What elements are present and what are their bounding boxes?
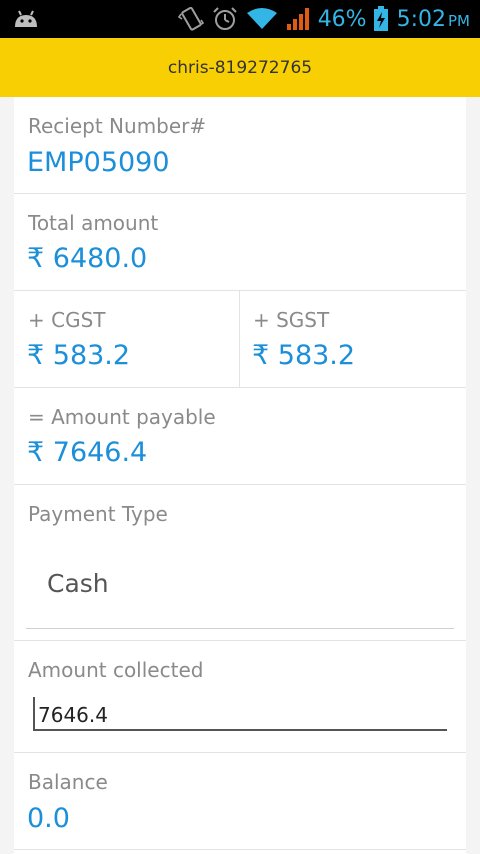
sgst-value: ₹ 583.2 — [252, 340, 356, 371]
page-title: chris-819272765 — [167, 57, 313, 78]
receipt-number-label: Reciept Number# — [28, 114, 207, 138]
amount-payable-row: = Amount payable ₹ 7646.4 — [14, 388, 466, 485]
wifi-icon — [246, 8, 277, 29]
receipt-number-row: Reciept Number# EMP05090 — [14, 97, 466, 194]
receipt-number-value: EMP05090 — [27, 147, 170, 178]
payment-type-underline — [26, 628, 454, 629]
clock-ampm: PM — [448, 12, 470, 30]
total-amount-row: Total amount ₹ 6480.0 — [14, 194, 466, 291]
balance-row: Balance 0.0 — [14, 753, 466, 850]
total-amount-label: Total amount — [28, 211, 159, 235]
amount-collected-input-value: 7646.4 — [38, 703, 108, 727]
header-bar: chris-819272765 — [0, 38, 480, 97]
amount-collected-input[interactable]: 7646.4 — [33, 697, 447, 731]
balance-value: 0.0 — [27, 803, 70, 834]
tax-row: + CGST ₹ 583.2 + SGST ₹ 583.2 — [14, 291, 466, 388]
payment-type-label: Payment Type — [28, 502, 168, 526]
sgst-label: + SGST — [253, 308, 330, 332]
battery-percent: 46% — [317, 6, 367, 32]
amount-payable-value: ₹ 7646.4 — [27, 437, 148, 468]
receipt-card: Reciept Number# EMP05090 Total amount ₹ … — [14, 97, 466, 854]
clock-time: 5:02 — [396, 6, 446, 32]
cgst-label: + CGST — [28, 308, 106, 332]
vibrate-icon — [177, 6, 204, 31]
amount-payable-label: = Amount payable — [28, 405, 216, 429]
payment-type-select[interactable]: Cash — [47, 569, 109, 598]
signal-icon — [286, 8, 309, 30]
cgst-value: ₹ 583.2 — [27, 340, 131, 371]
amount-collected-label: Amount collected — [28, 658, 204, 682]
status-bar: 46% 5:02 PM — [0, 0, 480, 38]
balance-label: Balance — [28, 770, 108, 794]
tax-divider — [239, 290, 240, 387]
payment-type-row: Payment Type — [14, 485, 466, 641]
android-icon — [15, 10, 37, 27]
battery-charging-icon — [373, 6, 388, 31]
alarm-icon — [212, 7, 237, 30]
total-amount-value: ₹ 6480.0 — [27, 243, 148, 274]
